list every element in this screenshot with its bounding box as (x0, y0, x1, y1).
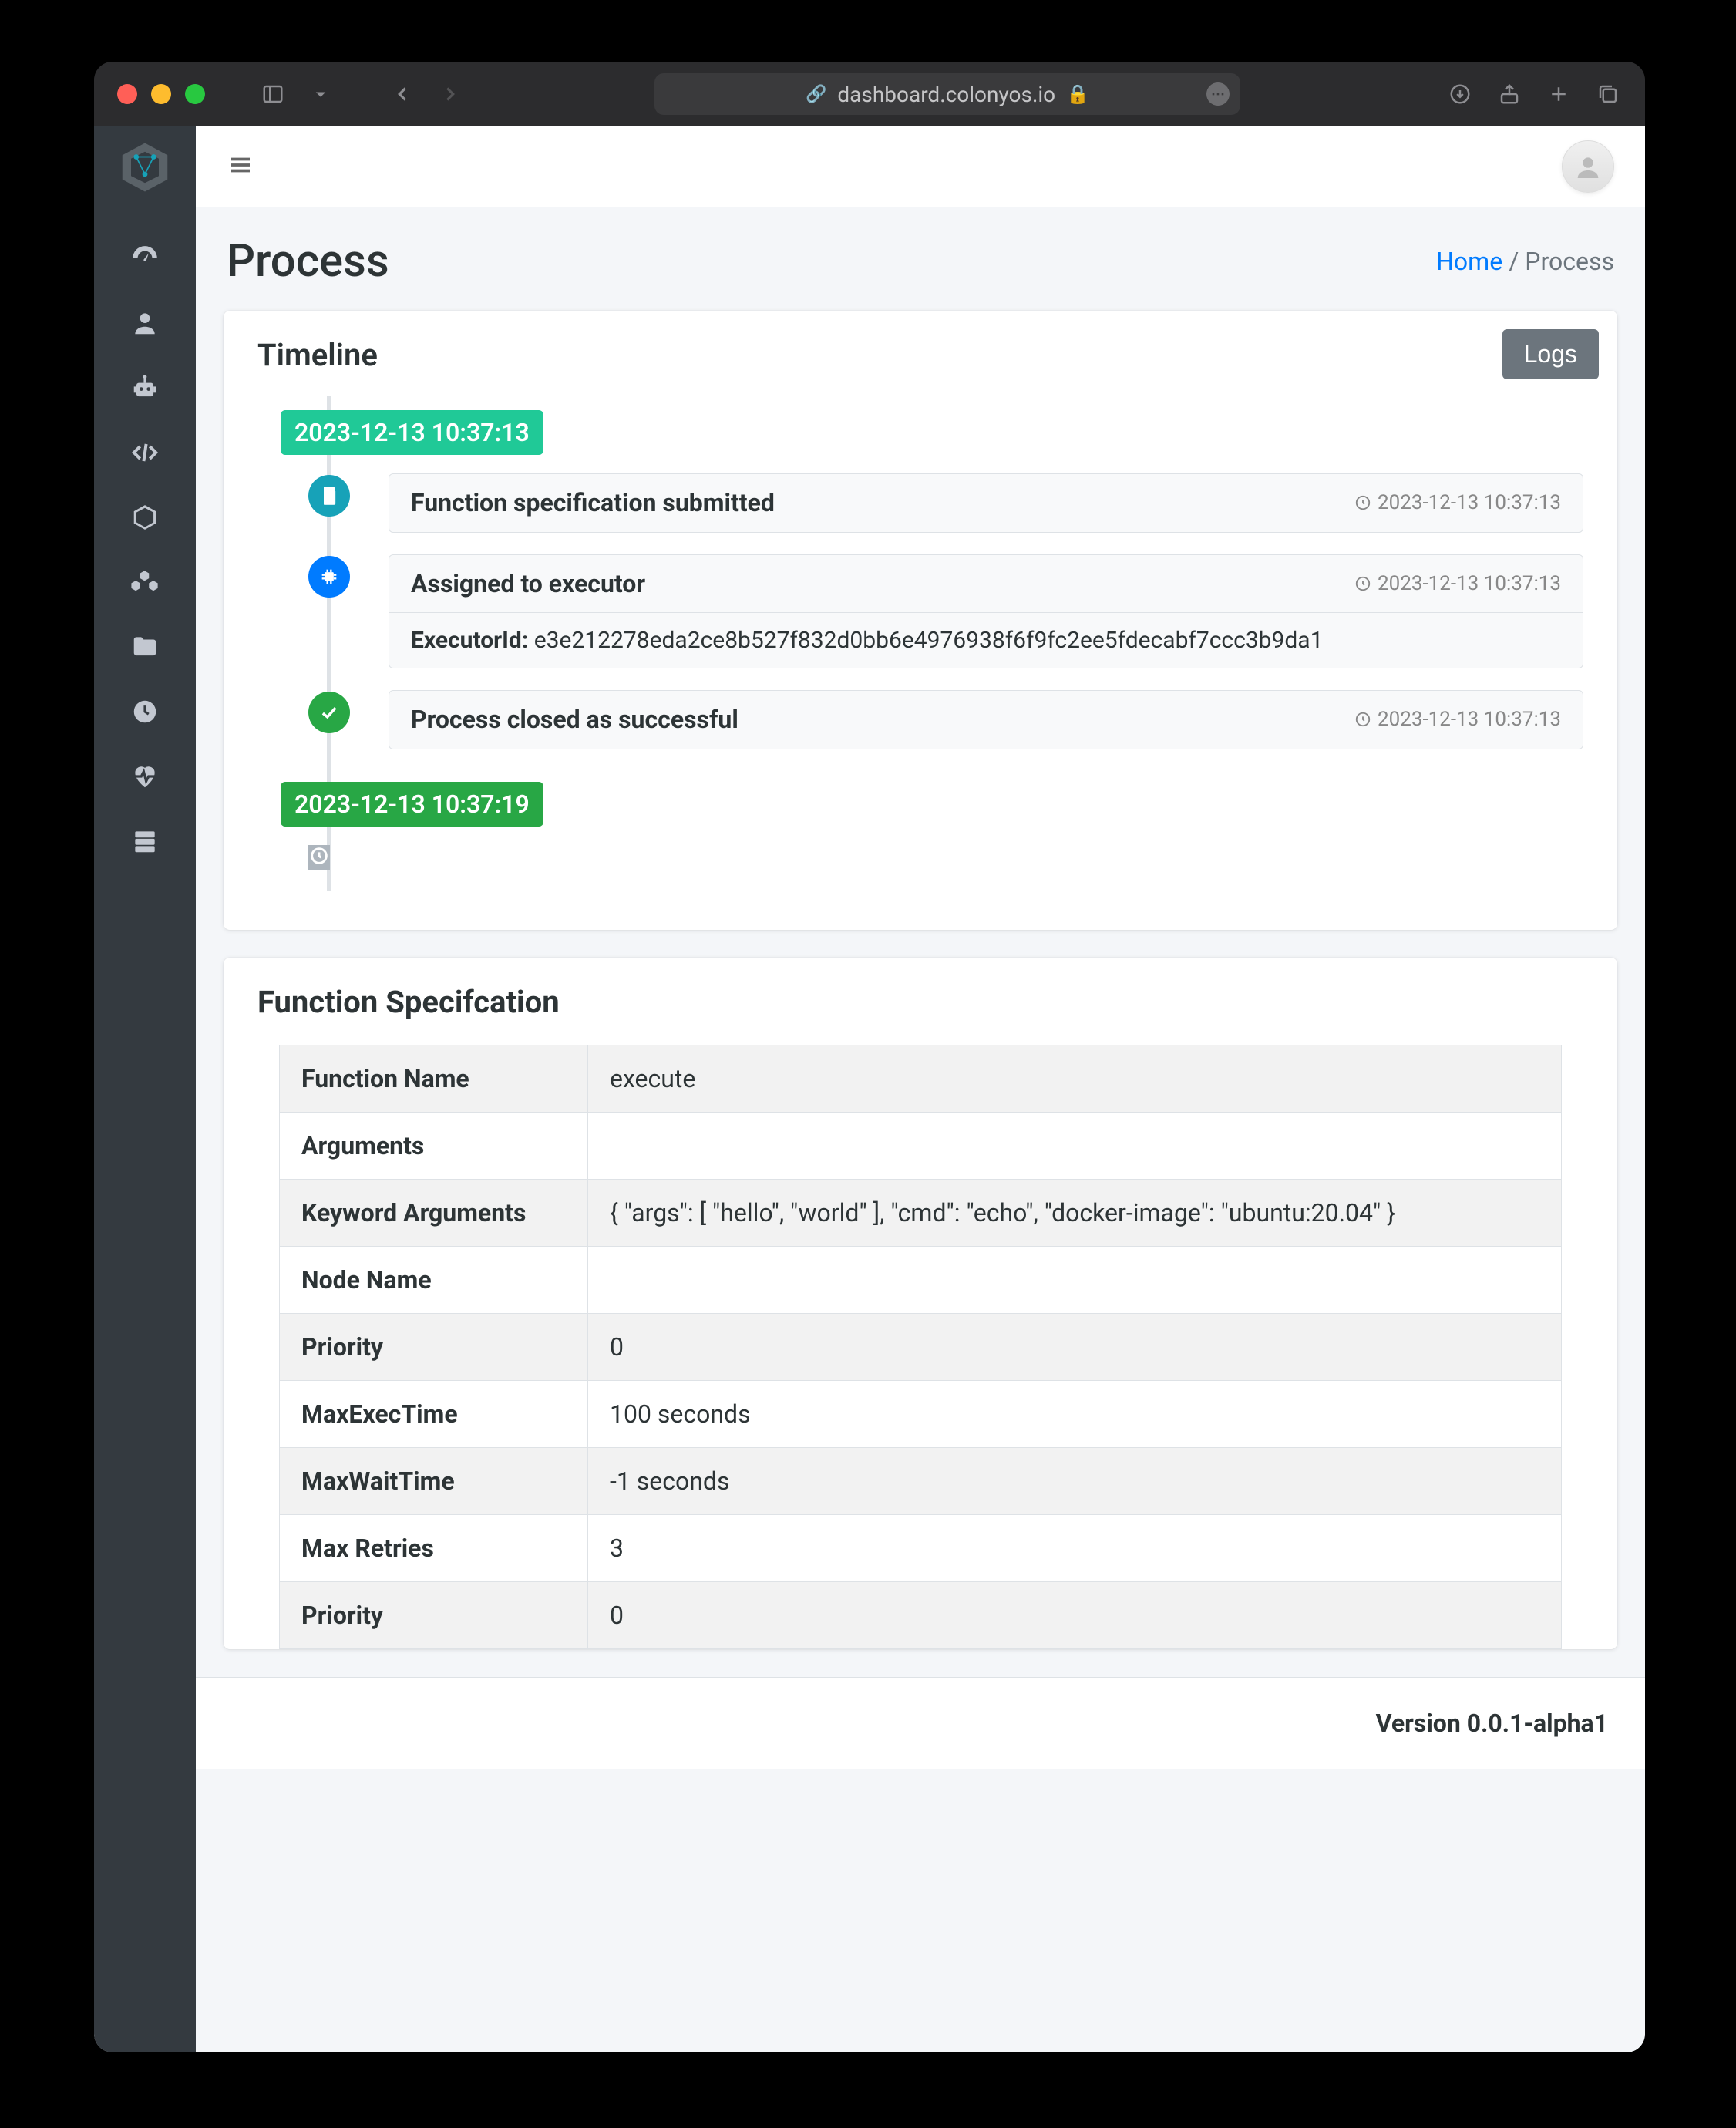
minimize-window-button[interactable] (151, 84, 171, 104)
dropdown-icon[interactable] (307, 80, 335, 108)
table-row: MaxExecTime100 seconds (280, 1381, 1562, 1448)
reader-menu-icon[interactable]: ⋯ (1206, 82, 1230, 106)
nav-folder[interactable] (94, 614, 196, 679)
table-row: Function Nameexecute (280, 1045, 1562, 1113)
timeline-title: Timeline (257, 337, 1583, 373)
lock-icon: 🔒 (1066, 83, 1089, 105)
url-host: dashboard.colonyos.io (837, 82, 1055, 107)
spec-value: -1 seconds (588, 1448, 1562, 1515)
table-row: MaxWaitTime-1 seconds (280, 1448, 1562, 1515)
hamburger-icon[interactable] (227, 151, 254, 182)
nav-heartbeat[interactable] (94, 744, 196, 809)
forward-icon[interactable] (436, 80, 464, 108)
share-icon[interactable] (1495, 80, 1523, 108)
nav-user[interactable] (94, 291, 196, 355)
event-title: Assigned to executor (411, 569, 645, 598)
spec-key: Max Retries (280, 1515, 588, 1582)
spec-value: 100 seconds (588, 1381, 1562, 1448)
nav-code[interactable] (94, 420, 196, 485)
window-controls (117, 84, 205, 104)
timeline-start-label: 2023-12-13 10:37:13 (281, 410, 543, 455)
spec-key: Arguments (280, 1113, 588, 1180)
new-tab-icon[interactable] (1545, 80, 1573, 108)
close-window-button[interactable] (117, 84, 137, 104)
event-detail: ExecutorId: e3e212278eda2ce8b527f832d0bb… (389, 613, 1583, 668)
spec-value (588, 1113, 1562, 1180)
table-row: Priority0 (280, 1314, 1562, 1381)
check-icon (308, 692, 350, 733)
spec-title: Function Specifcation (257, 984, 1583, 1020)
maximize-window-button[interactable] (185, 84, 205, 104)
nav-cubes[interactable] (94, 550, 196, 614)
back-icon[interactable] (389, 80, 416, 108)
app-sidebar (94, 126, 196, 2052)
clock-icon (308, 845, 330, 870)
timeline-event: Assigned to executor 2023-12-13 10:37:13… (281, 554, 1583, 668)
timeline-end-marker (281, 845, 1583, 891)
sidebar-toggle-icon[interactable] (259, 80, 287, 108)
event-title: Process closed as successful (411, 705, 738, 734)
content-header: Process Home / Process (196, 207, 1645, 311)
cpu-icon (308, 556, 350, 598)
table-row: Keyword Arguments{ "args": [ "hello", "w… (280, 1180, 1562, 1247)
spec-value (588, 1247, 1562, 1314)
nav-clock[interactable] (94, 679, 196, 744)
timeline-card: Logs Timeline 2023-12-13 10:37:13 Functi… (224, 311, 1617, 930)
download-icon[interactable] (1446, 80, 1474, 108)
url-bar[interactable]: 🔗 dashboard.colonyos.io 🔒 ⋯ (654, 73, 1240, 115)
brand-logo[interactable] (94, 126, 196, 207)
timeline-end-label: 2023-12-13 10:37:19 (281, 782, 543, 827)
nav-list (94, 207, 196, 874)
spec-key: Priority (280, 1582, 588, 1649)
spec-table: Function NameexecuteArgumentsKeyword Arg… (279, 1045, 1562, 1649)
tabs-icon[interactable] (1594, 80, 1622, 108)
browser-chrome: 🔗 dashboard.colonyos.io 🔒 ⋯ (94, 62, 1645, 126)
avatar[interactable] (1562, 140, 1614, 193)
breadcrumb-sep: / (1509, 247, 1525, 276)
spec-value: execute (588, 1045, 1562, 1113)
event-time: 2023-12-13 10:37:13 (1354, 708, 1561, 731)
page-title: Process (227, 235, 389, 288)
nav-robot[interactable] (94, 355, 196, 420)
spec-key: MaxExecTime (280, 1381, 588, 1448)
event-time: 2023-12-13 10:37:13 (1354, 491, 1561, 514)
table-row: Arguments (280, 1113, 1562, 1180)
spec-key: Function Name (280, 1045, 588, 1113)
spec-key: Priority (280, 1314, 588, 1381)
timeline-event: Process closed as successful 2023-12-13 … (281, 690, 1583, 749)
nav-dashboard[interactable] (94, 226, 196, 291)
table-row: Max Retries3 (280, 1515, 1562, 1582)
footer: Version 0.0.1-alpha1 (196, 1677, 1645, 1769)
spec-value: { "args": [ "hello", "world" ], "cmd": "… (588, 1180, 1562, 1247)
breadcrumb: Home / Process (1436, 247, 1614, 276)
timeline-event: Function specification submitted 2023-12… (281, 473, 1583, 533)
nav-cube[interactable] (94, 485, 196, 550)
event-title: Function specification submitted (411, 488, 775, 517)
spec-value: 3 (588, 1515, 1562, 1582)
breadcrumb-current: Process (1525, 247, 1614, 276)
link-icon: 🔗 (806, 85, 826, 104)
spec-key: Node Name (280, 1247, 588, 1314)
spec-value: 0 (588, 1582, 1562, 1649)
event-time: 2023-12-13 10:37:13 (1354, 572, 1561, 595)
nav-server[interactable] (94, 809, 196, 874)
logs-button[interactable]: Logs (1502, 329, 1599, 379)
table-row: Node Name (280, 1247, 1562, 1314)
version-text: Version 0.0.1-alpha1 (1376, 1709, 1608, 1738)
main-area: Process Home / Process Logs Timeline 202… (196, 126, 1645, 2052)
breadcrumb-home-link[interactable]: Home (1436, 247, 1502, 276)
timeline: 2023-12-13 10:37:13 Function specificati… (281, 396, 1583, 891)
spec-key: MaxWaitTime (280, 1448, 588, 1515)
spec-value: 0 (588, 1314, 1562, 1381)
file-icon (308, 475, 350, 517)
table-row: Priority0 (280, 1582, 1562, 1649)
spec-key: Keyword Arguments (280, 1180, 588, 1247)
spec-card: Function Specifcation Function Nameexecu… (224, 958, 1617, 1649)
topbar (196, 126, 1645, 207)
